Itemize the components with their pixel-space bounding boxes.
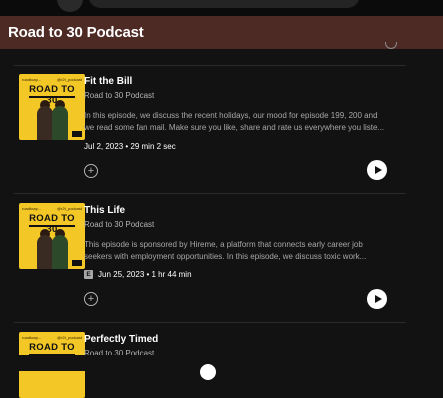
cover-tag-right: @r2t_podcast xyxy=(57,335,82,340)
page-title: Road to 30 Podcast xyxy=(8,24,144,41)
episode-meta: E Jun 25, 2023 • 1 hr 44 min xyxy=(84,270,192,279)
parental-advisory-icon xyxy=(72,260,82,266)
cover-title: ROAD TO 30 xyxy=(25,213,79,235)
parental-advisory-icon xyxy=(72,131,82,137)
person-icon xyxy=(52,235,68,269)
episode-cover: roadtoap... @r2t_podcast ROAD TO 30 xyxy=(19,203,85,269)
bottom-bar xyxy=(0,355,443,371)
episode-title[interactable]: Perfectly Timed xyxy=(84,334,158,345)
episode-date-duration: Jul 2, 2023 • 29 min 2 sec xyxy=(84,142,176,151)
episode-show[interactable]: Road to 30 Podcast xyxy=(84,220,154,229)
cover-tag-left: roadtoap... xyxy=(22,206,42,211)
episode-meta: Jul 2, 2023 • 29 min 2 sec xyxy=(84,142,176,151)
cover-tag-left: roadtoap... xyxy=(22,335,42,340)
cover-tag-right: @r2t_podcast xyxy=(57,206,82,211)
cover-tag-right: @r2t_podcast xyxy=(57,77,82,82)
episode-date-duration: Jun 25, 2023 • 1 hr 44 min xyxy=(98,270,192,279)
explicit-badge: E xyxy=(84,270,93,279)
cover-tag-left: roadtoap... xyxy=(22,77,42,82)
cover-title: ROAD TO 30 xyxy=(25,84,79,106)
person-icon xyxy=(37,235,53,269)
episode-title[interactable]: This Life xyxy=(84,205,125,216)
episode-cover: roadtoap... @r2t_podcast ROAD TO 30 xyxy=(19,74,85,140)
search-bar[interactable] xyxy=(88,0,360,8)
nav-button[interactable] xyxy=(57,0,83,12)
divider xyxy=(14,193,406,194)
add-icon[interactable]: + xyxy=(84,292,98,306)
play-button[interactable] xyxy=(367,289,387,309)
play-button[interactable] xyxy=(367,160,387,180)
episode-description: In this episode, we discuss the recent h… xyxy=(84,111,385,132)
episode-show[interactable]: Road to 30 Podcast xyxy=(84,91,154,100)
divider xyxy=(14,65,406,66)
top-bar xyxy=(0,0,443,16)
person-icon xyxy=(37,106,53,140)
episode-title[interactable]: Fit the Bill xyxy=(84,76,132,87)
sticky-header: Road to 30 Podcast xyxy=(0,16,443,49)
person-icon xyxy=(52,106,68,140)
add-icon[interactable]: + xyxy=(84,164,98,178)
player-control-icon[interactable] xyxy=(200,364,216,380)
episode-description: This episode is sponsored by Hireme, a p… xyxy=(84,240,367,261)
divider xyxy=(14,322,406,323)
